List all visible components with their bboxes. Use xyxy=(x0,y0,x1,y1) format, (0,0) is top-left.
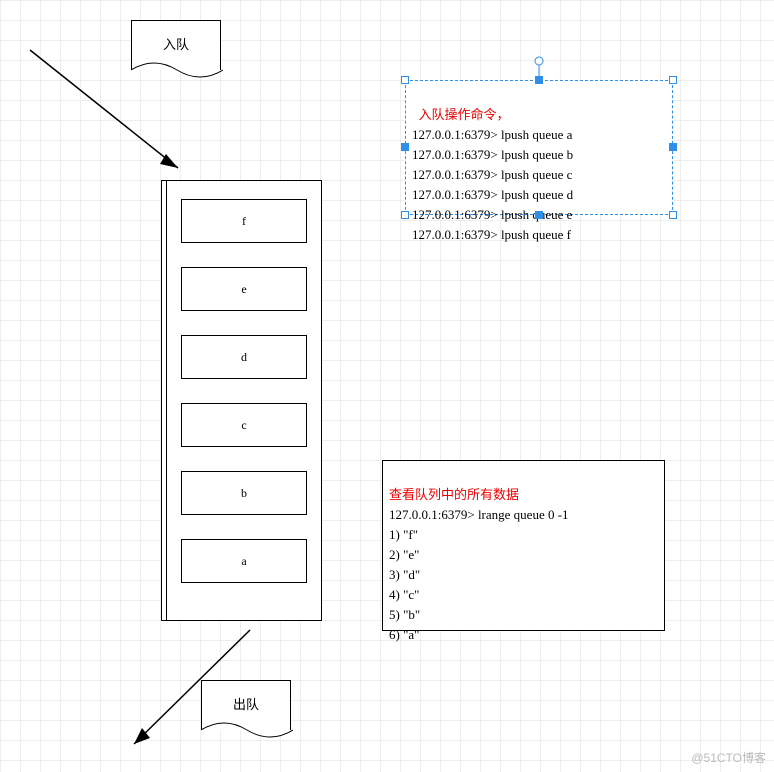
view-panel-line: 3) "d" xyxy=(389,567,420,582)
selection-handle[interactable] xyxy=(669,143,677,151)
view-panel-title: 查看队列中的所有数据 xyxy=(389,487,519,502)
view-panel-line: 127.0.0.1:6379> lrange queue 0 -1 xyxy=(389,507,569,522)
queue-cell: b xyxy=(181,471,307,515)
selection-handle[interactable] xyxy=(401,211,409,219)
enqueue-panel-line: 127.0.0.1:6379> lpush queue f xyxy=(412,227,571,242)
enqueue-panel-line: 127.0.0.1:6379> lpush queue a xyxy=(412,127,572,142)
selection-handle[interactable] xyxy=(535,211,543,219)
enqueue-panel-line: 127.0.0.1:6379> lpush queue b xyxy=(412,147,573,162)
view-queue-panel[interactable]: 查看队列中的所有数据 127.0.0.1:6379> lrange queue … xyxy=(382,460,665,631)
enqueue-panel-title: 入队操作命令， xyxy=(419,107,510,122)
selection-handle[interactable] xyxy=(401,76,409,84)
enqueue-panel-line: 127.0.0.1:6379> lpush queue c xyxy=(412,167,572,182)
selection-handle[interactable] xyxy=(669,76,677,84)
queue-cell: c xyxy=(181,403,307,447)
view-panel-line: 4) "c" xyxy=(389,587,419,602)
view-panel-line: 1) "f" xyxy=(389,527,418,542)
selection-handle[interactable] xyxy=(669,211,677,219)
queue-cell: d xyxy=(181,335,307,379)
queue-cell: e xyxy=(181,267,307,311)
queue-container: f e d c b a xyxy=(166,180,322,621)
view-panel-line: 6) "a" xyxy=(389,627,419,642)
view-panel-line: 5) "b" xyxy=(389,607,420,622)
queue-cell: a xyxy=(181,539,307,583)
enqueue-commands-panel[interactable]: 入队操作命令， 127.0.0.1:6379> lpush queue a 12… xyxy=(405,80,673,215)
selection-handle[interactable] xyxy=(401,143,409,151)
dequeue-label-shape: 出队 xyxy=(201,680,291,730)
enqueue-panel-line: 127.0.0.1:6379> lpush queue e xyxy=(412,207,572,222)
queue-cell: f xyxy=(181,199,307,243)
watermark: @51CTO博客 xyxy=(691,749,766,766)
rotate-handle[interactable] xyxy=(534,55,544,81)
dequeue-label-text: 出队 xyxy=(233,697,259,712)
view-panel-line: 2) "e" xyxy=(389,547,419,562)
enqueue-panel-line: 127.0.0.1:6379> lpush queue d xyxy=(412,187,573,202)
enqueue-arrow xyxy=(20,40,220,200)
